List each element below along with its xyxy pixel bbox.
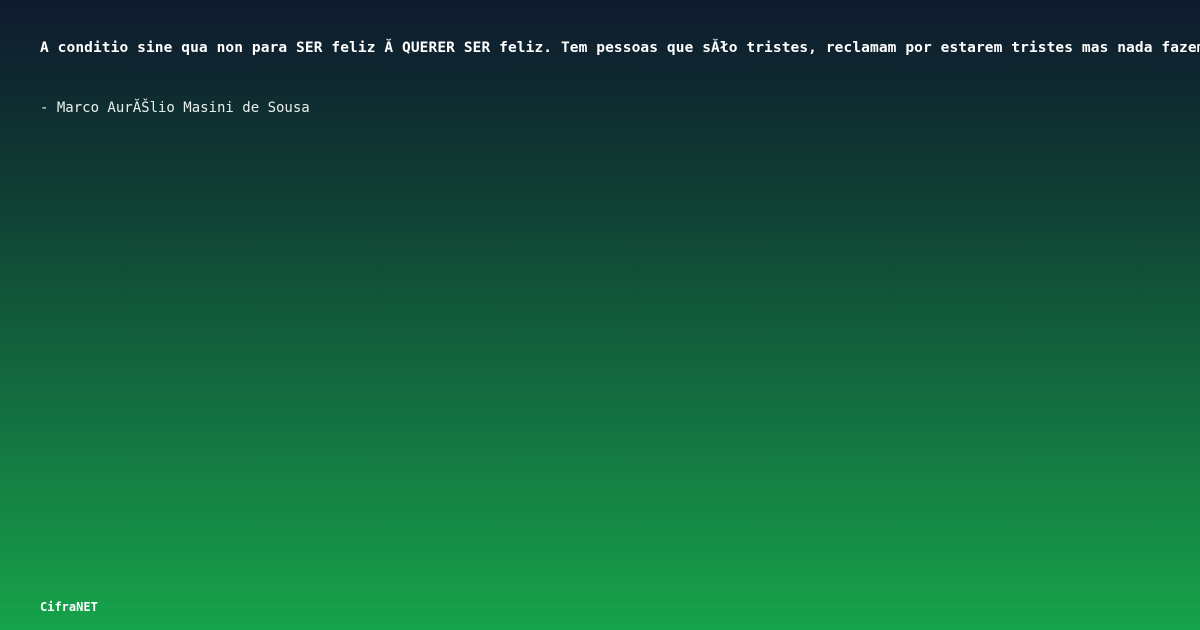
quote-text: A conditio sine qua non para SER feliz Ă… — [40, 40, 1200, 56]
brand-logo-text: CifraNET — [40, 600, 98, 614]
quote-author: - Marco AurĂŠlio Masini de Sousa — [40, 100, 310, 116]
